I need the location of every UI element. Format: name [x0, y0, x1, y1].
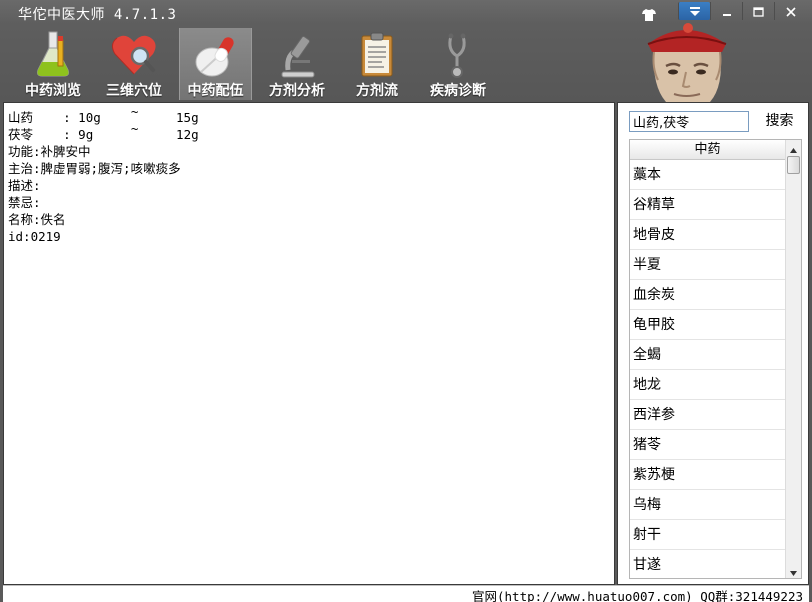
menu-down-icon	[689, 2, 701, 21]
contraindication-line: 禁忌:	[8, 195, 41, 210]
pill-icon	[191, 30, 241, 80]
herb-search-input[interactable]	[629, 111, 749, 132]
minimize-icon	[722, 2, 732, 21]
list-scrollbar[interactable]	[785, 140, 801, 578]
app-window: 华佗中医大师 4.7.1.3 中药浏览 三维穴位 中药配伍 方剂分析 方剂流 疾…	[0, 0, 812, 602]
chevron-up-icon	[790, 140, 797, 157]
scroll-up-arrow[interactable]	[786, 140, 801, 155]
tab-label: 疾病诊断	[430, 83, 486, 99]
minimize-button[interactable]	[710, 2, 742, 20]
tab-label: 方剂分析	[269, 83, 325, 99]
window-controls	[678, 2, 806, 20]
hua-tuo-portrait	[626, 22, 746, 102]
list-item[interactable]: 龟甲胶	[630, 310, 785, 340]
website-qq-info: 官网(http://www.huatuo007.com) QQ群:3214492…	[472, 589, 803, 602]
list-item[interactable]: 猪苓	[630, 430, 785, 460]
status-bar: 官网(http://www.huatuo007.com) QQ群:3214492…	[3, 585, 809, 602]
close-icon	[785, 2, 796, 21]
maximize-icon	[753, 2, 764, 21]
list-item[interactable]: 全蝎	[630, 340, 785, 370]
tab-herb-browse[interactable]: 中药浏览	[18, 28, 88, 100]
close-button[interactable]	[774, 2, 806, 20]
herb-dosage-line: 茯苓 : 9g ~ 12g	[8, 121, 199, 142]
tab-label: 方剂流	[356, 83, 398, 99]
list-item[interactable]: 甘遂	[630, 550, 785, 578]
list-item[interactable]: 紫苏梗	[630, 460, 785, 490]
tab-3d-acupoints[interactable]: 三维穴位	[99, 28, 169, 100]
stethoscope-icon	[433, 30, 483, 80]
herb-list: 中药 藁本 谷精草 地骨皮 半夏 血余炭 龟甲胶 全蝎 地龙 西洋参 猪苓 紫苏…	[629, 139, 802, 579]
name-line: 名称:佚名	[8, 212, 66, 227]
tab-label: 三维穴位	[106, 83, 162, 99]
herb-dosage-line: 山药 : 10g ~ 15g	[8, 104, 199, 125]
clipboard-icon	[352, 30, 402, 80]
list-item[interactable]: 乌梅	[630, 490, 785, 520]
search-button[interactable]: 搜索	[757, 111, 802, 132]
tshirt-icon[interactable]	[642, 6, 656, 21]
list-item[interactable]: 西洋参	[630, 400, 785, 430]
tab-formula-flow[interactable]: 方剂流	[345, 28, 409, 100]
list-header-herb[interactable]: 中药	[630, 140, 785, 160]
tab-herb-compatibility[interactable]: 中药配伍	[179, 28, 252, 100]
list-item[interactable]: 地骨皮	[630, 220, 785, 250]
list-item[interactable]: 半夏	[630, 250, 785, 280]
main-toolbar: 中药浏览 三维穴位 中药配伍 方剂分析 方剂流 疾病诊断	[0, 28, 600, 100]
chevron-down-icon	[790, 561, 797, 578]
tab-disease-diagnosis[interactable]: 疾病诊断	[423, 28, 493, 100]
function-line: 功能:补脾安中	[8, 144, 91, 159]
scroll-thumb[interactable]	[787, 156, 800, 174]
menu-button[interactable]	[678, 2, 710, 20]
id-line: id:0219	[8, 229, 61, 244]
compatibility-result-text: 山药 : 10g ~ 15g 茯苓 : 9g ~ 12g 功能:补脾安中 主治:…	[3, 102, 615, 585]
list-item[interactable]: 地龙	[630, 370, 785, 400]
list-item[interactable]: 谷精草	[630, 190, 785, 220]
app-title: 华佗中医大师 4.7.1.3	[18, 7, 177, 23]
flask-icon	[28, 30, 78, 80]
list-item[interactable]: 射干	[630, 520, 785, 550]
scroll-down-arrow[interactable]	[786, 563, 801, 578]
herb-search-panel: 搜索 中药 藁本 谷精草 地骨皮 半夏 血余炭 龟甲胶 全蝎 地龙 西洋参 猪苓…	[617, 102, 809, 585]
tab-formula-analysis[interactable]: 方剂分析	[262, 28, 332, 100]
tab-label: 中药浏览	[25, 83, 81, 99]
heart-magnifier-icon	[109, 30, 159, 80]
list-item[interactable]: 血余炭	[630, 280, 785, 310]
microscope-icon	[272, 30, 322, 80]
description-line: 描述:	[8, 178, 41, 193]
tab-label: 中药配伍	[187, 83, 244, 99]
indication-line: 主治:脾虚胃弱;腹泻;咳嗽痰多	[8, 161, 181, 176]
maximize-button[interactable]	[742, 2, 774, 20]
list-item[interactable]: 藁本	[630, 160, 785, 190]
